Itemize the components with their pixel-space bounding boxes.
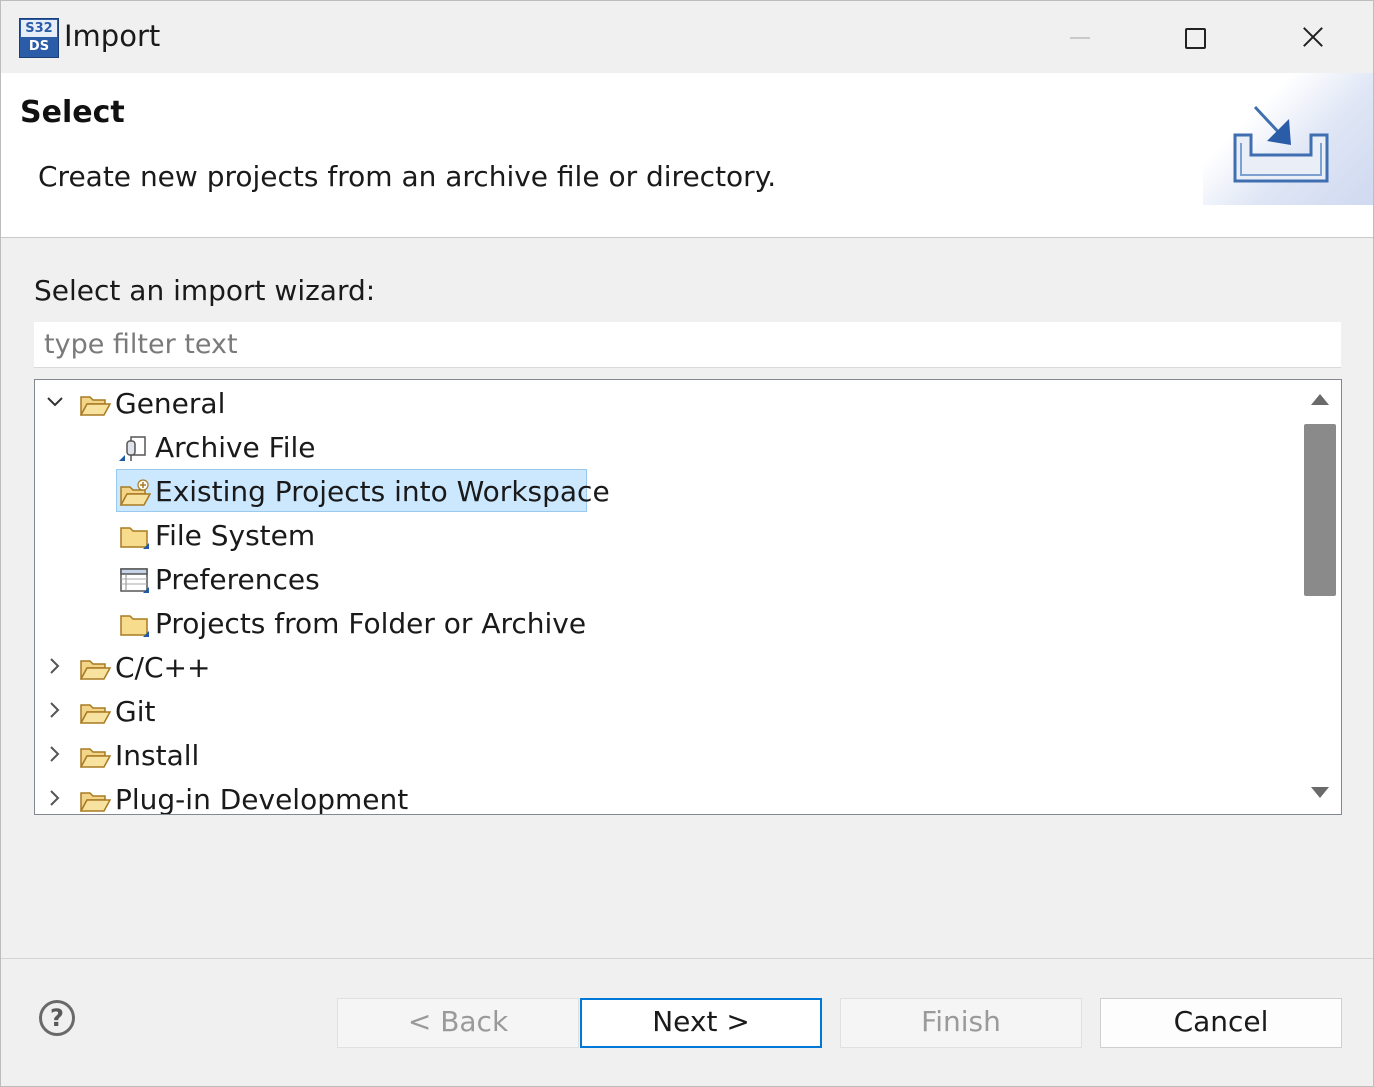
close-button[interactable] [1289,15,1335,61]
archive-file-icon [119,435,151,463]
open-folder-icon [79,787,112,814]
tree-item-label: Preferences [155,563,320,596]
tree-item-label: Plug-in Development [115,783,409,815]
scroll-up-arrow-icon[interactable] [1311,394,1329,405]
tree-item-preferences[interactable]: Preferences [35,558,1300,602]
tree-item-label: C/C++ [115,651,211,684]
tree-node-general[interactable]: General [35,382,1300,426]
tree-node-git[interactable]: Git [35,690,1300,734]
title-bar: S32 DS Import [1,1,1373,73]
filter-input[interactable] [34,322,1341,368]
next-button[interactable]: Next > [580,998,822,1048]
import-wizard-icon [1233,105,1329,183]
wizard-tree: General Archive File Existing Projects i… [34,379,1342,815]
chevron-right-icon[interactable] [45,700,65,720]
chevron-right-icon[interactable] [45,656,65,676]
open-folder-icon [79,743,112,771]
folder-icon [119,611,151,639]
tree-item-file-system[interactable]: File System [35,514,1300,558]
back-button[interactable]: < Back [337,998,579,1048]
chevron-down-icon[interactable] [45,392,65,412]
folder-icon [119,523,151,551]
tree-node-plugin-development[interactable]: Plug-in Development [35,778,1300,815]
minimize-button[interactable] [1057,15,1103,61]
wizard-banner: Select Create new projects from an archi… [1,73,1373,238]
scroll-down-arrow-icon[interactable] [1311,787,1329,798]
tree-item-label: General [115,387,226,420]
tree-item-label: Git [115,695,156,728]
help-icon[interactable]: ? [39,1000,75,1036]
page-title: Select [20,95,125,130]
tree-item-label: Existing Projects into Workspace [155,475,610,508]
tree-item-label: Install [115,739,200,772]
chevron-right-icon[interactable] [45,788,65,808]
tree-node-install[interactable]: Install [35,734,1300,778]
chevron-right-icon[interactable] [45,744,65,764]
page-description: Create new projects from an archive file… [38,160,777,193]
tree-item-label: File System [155,519,316,552]
tree-item-archive-file[interactable]: Archive File [35,426,1300,470]
cancel-button[interactable]: Cancel [1100,998,1342,1048]
open-folder-icon [79,699,112,727]
wizard-list-label: Select an import wizard: [34,274,376,307]
tree-item-projects-from-folder[interactable]: Projects from Folder or Archive [35,602,1300,646]
tree-node-cpp[interactable]: C/C++ [35,646,1300,690]
s32ds-app-icon: S32 DS [19,18,59,58]
open-folder-icon [79,391,112,419]
vertical-scrollbar[interactable] [1301,380,1341,814]
tree-item-existing-projects[interactable]: Existing Projects into Workspace [35,470,1300,514]
open-folder-icon [79,655,112,683]
finish-button[interactable]: Finish [840,998,1082,1048]
existing-projects-icon [119,479,152,507]
window-title: Import [64,19,161,53]
tree-item-label: Projects from Folder or Archive [155,607,587,640]
maximize-button[interactable] [1172,15,1218,61]
tree-item-label: Archive File [155,431,316,464]
scroll-thumb[interactable] [1304,424,1336,596]
button-bar-separator [1,958,1373,959]
import-dialog: S32 DS Import Select Create new projects … [0,0,1374,1087]
preferences-icon [119,567,151,595]
